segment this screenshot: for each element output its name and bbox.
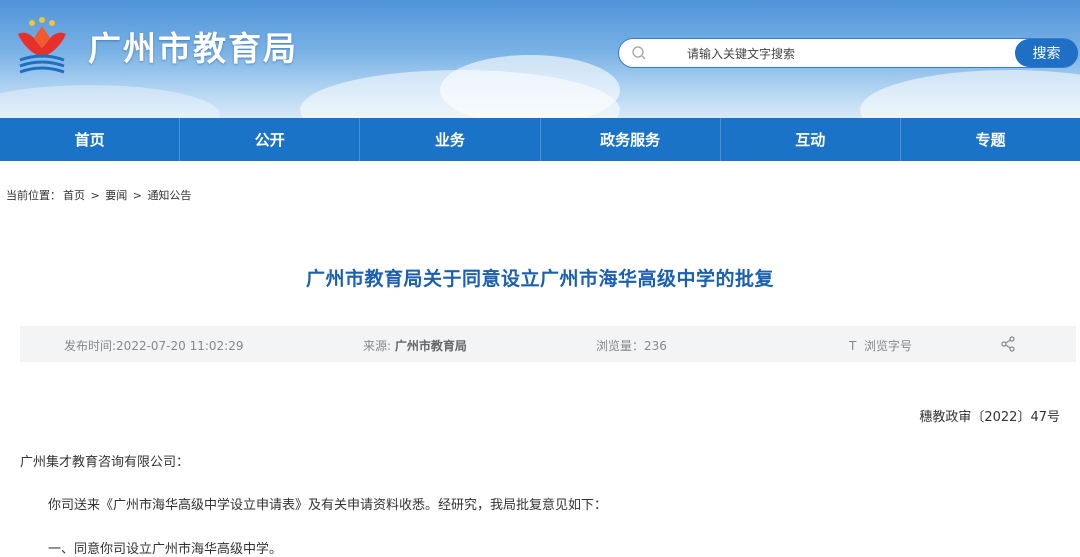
document-number: 穗教政审〔2022〕47号 bbox=[919, 410, 1060, 425]
search-box[interactable] bbox=[618, 38, 1078, 68]
education-bureau-logo[interactable] bbox=[10, 14, 74, 78]
nav-item-business[interactable]: 业务 bbox=[360, 118, 541, 161]
nav-item-gov-services[interactable]: 政务服务 bbox=[541, 118, 721, 161]
breadcrumb-item-home[interactable]: 首页 bbox=[63, 189, 85, 202]
site-header: 广州市教育局 搜索 bbox=[0, 0, 1080, 118]
breadcrumb-label: 当前位置： bbox=[6, 189, 61, 202]
breadcrumb-item-news[interactable]: 要闻 bbox=[105, 189, 127, 202]
breadcrumb-separator: > bbox=[132, 189, 142, 202]
search-icon bbox=[632, 46, 646, 60]
source-value: 广州市教育局 bbox=[394, 339, 467, 353]
main-nav: 首页 公开 业务 政务服务 互动 专题 bbox=[0, 118, 1080, 161]
article-title: 广州市教育局关于同意设立广州市海华高级中学的批复 bbox=[305, 268, 774, 290]
breadcrumb-separator: > bbox=[90, 189, 100, 202]
breadcrumb-item-notices[interactable]: 通知公告 bbox=[147, 189, 191, 202]
paragraph: 一、同意你司设立广州市海华高级中学。 bbox=[48, 542, 283, 557]
salutation: 广州集才教育咨询有限公司： bbox=[20, 455, 190, 470]
cloud-decoration bbox=[0, 85, 220, 118]
view-count: 浏览量：236 bbox=[596, 339, 667, 353]
cloud-decoration bbox=[440, 55, 620, 118]
site-title[interactable]: 广州市教育局 bbox=[88, 22, 298, 70]
nav-item-public[interactable]: 公开 bbox=[180, 118, 361, 161]
publish-time: 发布时间:2022-07-20 11:02:29 bbox=[64, 339, 244, 353]
cloud-decoration bbox=[860, 70, 1080, 118]
breadcrumb: 当前位置： 首页 > 要闻 > 通知公告 bbox=[6, 187, 193, 203]
source-label: 来源: bbox=[363, 339, 392, 353]
search-input[interactable] bbox=[685, 42, 989, 66]
nav-item-interaction[interactable]: 互动 bbox=[721, 118, 901, 161]
font-size-control[interactable]: T 浏览字号 bbox=[849, 337, 912, 354]
article-meta-bar: 发布时间:2022-07-20 11:02:29 来源: 广州市教育局 浏览量：… bbox=[20, 326, 1076, 362]
nav-item-topics[interactable]: 专题 bbox=[901, 118, 1080, 161]
search-button[interactable]: 搜索 bbox=[1015, 39, 1078, 67]
source: 来源: 广州市教育局 bbox=[363, 337, 467, 354]
paragraph: 你司送来《广州市海华高级中学设立申请表》及有关申请资料收悉。经研究，我局批复意见… bbox=[48, 498, 608, 513]
nav-item-home[interactable]: 首页 bbox=[0, 118, 181, 161]
share-icon[interactable] bbox=[1000, 336, 1016, 352]
